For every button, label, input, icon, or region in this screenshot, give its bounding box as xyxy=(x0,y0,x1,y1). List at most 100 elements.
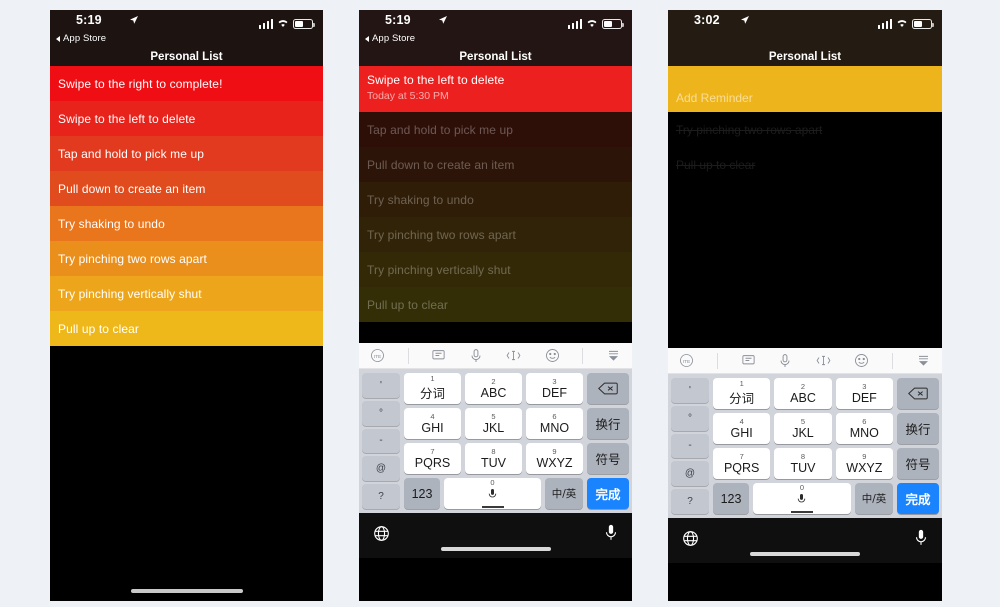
list-item[interactable]: Pull down to create an item xyxy=(50,171,323,206)
side-key[interactable]: - xyxy=(671,433,709,459)
list-item[interactable]: Pull down to create an item xyxy=(359,147,632,182)
language-toggle-key[interactable]: 中/英 xyxy=(854,483,893,514)
key-label: TUV xyxy=(790,460,816,475)
done-key[interactable]: 完成 xyxy=(587,478,629,509)
back-link-app-store[interactable]: App Store xyxy=(365,33,415,44)
globe-icon[interactable] xyxy=(682,530,699,552)
list-item[interactable]: Tap and hold to pick me up xyxy=(359,112,632,147)
status-bar: 3:02 xyxy=(668,10,942,34)
dismiss-keyboard-icon[interactable] xyxy=(916,353,931,368)
microphone-icon[interactable] xyxy=(914,529,928,552)
back-row: App Store xyxy=(50,33,323,47)
side-key[interactable]: ° xyxy=(362,400,400,426)
status-right-icons xyxy=(567,15,624,33)
keypad-key[interactable]: 2 ABC xyxy=(465,373,522,404)
language-toggle-key[interactable]: 中/英 xyxy=(545,478,583,509)
side-key[interactable]: - xyxy=(362,428,400,454)
screenshot-stage: 5:19 App Store Personal List Swipe to th… xyxy=(0,0,1000,607)
space-key-number: 0 xyxy=(490,478,495,488)
done-key[interactable]: 完成 xyxy=(896,483,939,514)
chat-bubble-icon[interactable] xyxy=(431,348,446,363)
key-label: GHI xyxy=(421,420,444,435)
list-item[interactable]: Pull up to clear xyxy=(50,311,323,346)
list-item[interactable]: Tap and hold to pick me up xyxy=(50,136,323,171)
home-indicator[interactable] xyxy=(440,547,551,551)
space-key[interactable]: 0 xyxy=(444,478,541,509)
keypad-key[interactable]: 1 分词 xyxy=(404,373,461,404)
keypad-key[interactable]: 7 PQRS xyxy=(404,443,461,474)
sogou-logo-icon[interactable]: ITE xyxy=(679,353,694,368)
list-item[interactable]: Swipe to the right to complete! xyxy=(50,66,323,101)
home-indicator[interactable] xyxy=(750,552,860,556)
focused-list-item[interactable]: Swipe to the left to delete Today at 5:30… xyxy=(359,66,632,112)
list-item[interactable]: Try pinching two rows apart xyxy=(50,241,323,276)
numbers-key[interactable]: 123 xyxy=(404,478,440,509)
signal-bars-icon xyxy=(258,19,273,29)
microphone-icon[interactable] xyxy=(604,524,618,547)
space-key[interactable]: 0 xyxy=(753,483,851,514)
list-item-label: Try pinching vertically shut xyxy=(58,286,202,301)
keypad-key[interactable]: 9 WXYZ xyxy=(526,443,583,474)
reminder-list: Add Reminder Try pinching two rows apart P… xyxy=(668,66,942,182)
back-link-label: App Store xyxy=(63,33,107,44)
keypad-key[interactable]: 8 TUV xyxy=(465,443,522,474)
keypad-key[interactable]: 9 WXYZ xyxy=(835,448,893,479)
function-key[interactable]: 符号 xyxy=(587,443,629,474)
list-item[interactable]: Pull up to clear xyxy=(359,287,632,322)
text-cursor-icon[interactable] xyxy=(505,348,522,363)
completed-list-item[interactable]: Pull up to clear xyxy=(668,147,942,182)
list-item[interactable]: Try pinching vertically shut xyxy=(50,276,323,311)
key-label: GHI xyxy=(730,425,753,440)
list-item[interactable]: Try pinching vertically shut xyxy=(359,252,632,287)
backspace-icon[interactable] xyxy=(587,373,629,404)
side-key[interactable]: ? xyxy=(362,484,400,509)
list-item[interactable]: Try shaking to undo xyxy=(50,206,323,241)
side-key[interactable]: ° xyxy=(671,405,709,431)
numbers-key[interactable]: 123 xyxy=(713,483,749,514)
keypad-key[interactable]: 5 JKL xyxy=(465,408,522,439)
keypad-key[interactable]: 1 分词 xyxy=(713,378,771,409)
status-right-icons xyxy=(877,15,934,33)
function-key[interactable]: 换行 xyxy=(896,413,939,444)
microphone-icon[interactable] xyxy=(469,348,483,364)
side-key[interactable]: @ xyxy=(362,456,400,482)
keypad-key[interactable]: 6 MNO xyxy=(526,408,583,439)
key-number: 7 xyxy=(430,446,435,456)
key-label: DEF xyxy=(542,385,567,400)
sogou-logo-icon[interactable]: ITE xyxy=(370,348,385,363)
emoji-smiley-icon[interactable] xyxy=(854,353,869,368)
text-cursor-icon[interactable] xyxy=(815,353,832,368)
function-key[interactable]: 符号 xyxy=(896,448,939,479)
microphone-icon xyxy=(488,486,497,504)
keypad-key[interactable]: 4 GHI xyxy=(713,413,771,444)
backspace-icon[interactable] xyxy=(896,378,939,409)
keypad-key[interactable]: 4 GHI xyxy=(404,408,461,439)
key-number: 3 xyxy=(862,381,867,391)
key-number: 9 xyxy=(862,451,867,461)
list-item[interactable]: Swipe to the left to delete xyxy=(50,101,323,136)
completed-list-item[interactable]: Try pinching two rows apart xyxy=(668,112,942,147)
back-link-app-store[interactable]: App Store xyxy=(56,33,106,44)
add-reminder-row[interactable]: Add Reminder xyxy=(668,66,942,112)
keypad-key[interactable]: 3 DEF xyxy=(835,378,893,409)
microphone-icon[interactable] xyxy=(778,353,792,369)
dismiss-keyboard-icon[interactable] xyxy=(606,348,621,363)
list-item[interactable]: Try pinching two rows apart xyxy=(359,217,632,252)
keypad-key[interactable]: 8 TUV xyxy=(774,448,832,479)
keypad-key[interactable]: 3 DEF xyxy=(526,373,583,404)
side-key[interactable]: ? xyxy=(671,489,709,514)
side-key[interactable]: ' xyxy=(671,378,709,403)
globe-icon[interactable] xyxy=(373,525,390,547)
emoji-smiley-icon[interactable] xyxy=(545,348,560,363)
list-item[interactable]: Try shaking to undo xyxy=(359,182,632,217)
side-key[interactable]: ' xyxy=(362,373,400,398)
chat-bubble-icon[interactable] xyxy=(741,353,756,368)
function-key[interactable]: 换行 xyxy=(587,408,629,439)
keypad-key[interactable]: 7 PQRS xyxy=(713,448,771,479)
home-indicator[interactable] xyxy=(130,589,243,593)
keypad-key[interactable]: 6 MNO xyxy=(835,413,893,444)
keyboard-bottom-bar xyxy=(668,518,942,563)
keypad-key[interactable]: 2 ABC xyxy=(774,378,832,409)
keypad-key[interactable]: 5 JKL xyxy=(774,413,832,444)
side-key[interactable]: @ xyxy=(671,461,709,487)
